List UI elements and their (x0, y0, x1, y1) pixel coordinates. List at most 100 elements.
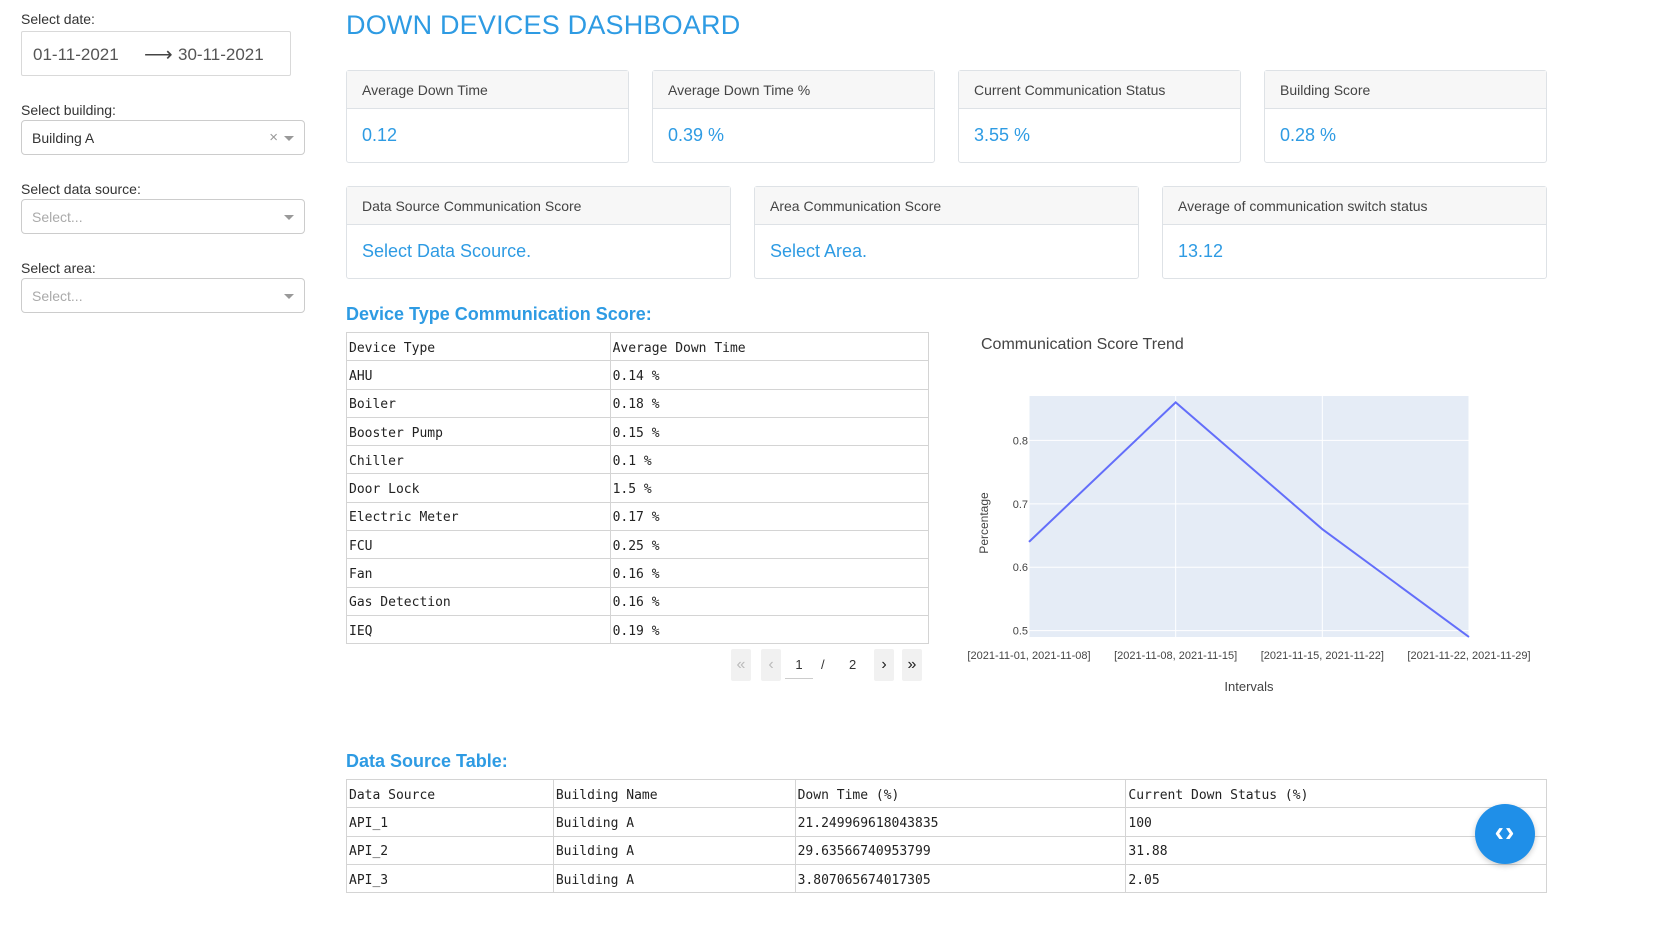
y-tick-label: 0.7 (1013, 499, 1028, 511)
table-cell[interactable]: 0.14 % (609, 360, 930, 390)
table-row: Electric Meter 0.17 % (346, 501, 930, 532)
card-current-communication-status: Current Communication Status 3.55 % (958, 70, 1241, 163)
device-table-title: Device Type Communication Score: (346, 304, 652, 324)
table-cell[interactable]: Electric Meter (346, 501, 611, 532)
card-data-source-communication-score: Data Source Communication Score Select D… (346, 186, 731, 279)
table-row: Fan 0.16 % (346, 558, 930, 588)
data-source-placeholder: Select... (32, 209, 83, 225)
table-cell[interactable]: 0.18 % (609, 388, 930, 418)
y-tick-label: 0.6 (1013, 562, 1028, 574)
previous-page-button[interactable]: ‹ (761, 649, 781, 681)
table-cell[interactable]: Building A (552, 863, 796, 894)
table-cell[interactable]: API_2 (346, 835, 554, 865)
x-tick-label: [2021-11-22, 2021-11-29] (1407, 650, 1530, 662)
data-source-select[interactable]: Select... (21, 199, 305, 234)
chevron-down-icon[interactable] (284, 215, 294, 220)
table-cell[interactable]: FCU (346, 530, 611, 560)
table-cell[interactable]: API_1 (346, 807, 554, 837)
area-select[interactable]: Select... (21, 278, 305, 313)
column-header[interactable]: Device Type (346, 331, 611, 362)
table-row: API_3 Building A 3.807065674017305 2.05 (346, 863, 1547, 894)
column-header[interactable]: Building Name (552, 778, 796, 809)
table-cell[interactable]: 0.17 % (609, 501, 930, 532)
card-title: Building Score (1265, 71, 1546, 109)
x-tick-label: [2021-11-01, 2021-11-08] (967, 650, 1090, 662)
column-header[interactable]: Current Down Status (%) (1125, 778, 1547, 809)
end-date-input[interactable]: 30-11-2021 (178, 45, 264, 65)
card-title: Average of communication switch status (1163, 187, 1546, 225)
table-row: Boiler 0.18 % (346, 388, 930, 418)
x-axis-title: Intervals (1224, 679, 1274, 694)
table-cell[interactable]: 0.16 % (609, 558, 930, 588)
table-row: Door Lock 1.5 % (346, 473, 930, 503)
card-title: Average Down Time (347, 71, 628, 109)
table-pager: « ‹ 1 / 2 › » (731, 649, 925, 681)
clear-icon[interactable]: × (269, 129, 278, 146)
card-title: Current Communication Status (959, 71, 1240, 109)
chevron-down-icon[interactable] (284, 294, 294, 299)
page-title: DOWN DEVICES DASHBOARD (346, 10, 741, 40)
table-row: FCU 0.25 % (346, 530, 930, 560)
table-row: AHU 0.14 % (346, 360, 930, 390)
double-chevron-left-icon: « (736, 656, 746, 673)
table-cell[interactable]: 21.249969618043835 (794, 807, 1127, 837)
code-toggle-button[interactable]: ‹› (1475, 804, 1535, 864)
card-value: 0.12 (362, 125, 398, 145)
table-cell[interactable]: IEQ (346, 614, 611, 645)
table-cell[interactable]: Building A (552, 807, 796, 837)
column-header[interactable]: Data Source (346, 778, 554, 809)
card-title: Area Communication Score (755, 187, 1138, 225)
table-cell[interactable]: Fan (346, 558, 611, 588)
x-tick-label: [2021-11-08, 2021-11-15] (1114, 650, 1237, 662)
card-average-down-time-percent: Average Down Time % 0.39 % (652, 70, 935, 163)
table-cell[interactable]: Building A (552, 835, 796, 865)
page-separator: / (821, 657, 825, 672)
table-cell[interactable]: Boiler (346, 388, 611, 418)
table-cell[interactable]: 29.63566740953799 (794, 835, 1127, 865)
table-cell[interactable]: 1.5 % (609, 473, 930, 503)
table-cell[interactable]: Door Lock (346, 473, 611, 503)
first-page-button[interactable]: « (731, 649, 751, 681)
column-header[interactable]: Average Down Time (609, 331, 930, 362)
table-cell[interactable]: 0.19 % (609, 614, 930, 645)
data-source-label: Select data source: (21, 181, 141, 197)
x-tick-label: [2021-11-15, 2021-11-22] (1261, 650, 1384, 662)
table-cell[interactable]: Gas Detection (346, 586, 611, 616)
card-area-communication-score: Area Communication Score Select Area. (754, 186, 1139, 279)
table-cell[interactable]: Booster Pump (346, 416, 611, 447)
card-building-score: Building Score 0.28 % (1264, 70, 1547, 163)
table-cell[interactable]: 0.16 % (609, 586, 930, 616)
card-value: Select Data Scource. (362, 241, 532, 261)
last-page-button[interactable]: » (902, 649, 922, 681)
table-cell[interactable]: 3.807065674017305 (794, 863, 1127, 894)
communication-score-trend-chart: Communication Score Trend 0.5 0.6 0.7 0.8 [2… (955, 325, 1555, 705)
table-row: Booster Pump 0.15 % (346, 416, 930, 447)
table-cell[interactable]: API_3 (346, 863, 554, 894)
table-cell[interactable]: AHU (346, 360, 611, 390)
table-row: Chiller 0.1 % (346, 445, 930, 475)
table-cell[interactable]: 2.05 (1125, 863, 1547, 894)
table-cell[interactable]: 0.1 % (609, 445, 930, 475)
area-label: Select area: (21, 260, 96, 276)
chevron-down-icon[interactable] (284, 136, 294, 141)
date-range-picker[interactable]: 01-11-2021 ⟶ 30-11-2021 (21, 31, 291, 76)
column-header[interactable]: Down Time (%) (794, 778, 1127, 809)
next-page-button[interactable]: › (874, 649, 894, 681)
chart-svg: Communication Score Trend 0.5 0.6 0.7 0.8 [2… (967, 336, 1530, 694)
table-row: API_1 Building A 21.249969618043835 100 (346, 807, 1547, 837)
building-label: Select building: (21, 102, 116, 118)
table-cell[interactable]: 0.15 % (609, 416, 930, 447)
start-date-input[interactable]: 01-11-2021 (33, 45, 119, 65)
current-page-input[interactable]: 1 (785, 649, 813, 679)
double-chevron-right-icon: » (907, 656, 917, 673)
arrow-right-icon: ⟶ (144, 44, 173, 66)
card-title: Data Source Communication Score (347, 187, 730, 225)
card-title: Average Down Time % (653, 71, 934, 109)
table-cell[interactable]: Chiller (346, 445, 611, 475)
building-select[interactable]: Building A × (21, 120, 305, 155)
card-value: 13.12 (1178, 241, 1224, 261)
y-axis-title: Percentage (977, 492, 991, 554)
table-cell[interactable]: 0.25 % (609, 530, 930, 560)
y-tick-label: 0.5 (1013, 626, 1028, 638)
table-row: IEQ 0.19 % (346, 614, 930, 645)
